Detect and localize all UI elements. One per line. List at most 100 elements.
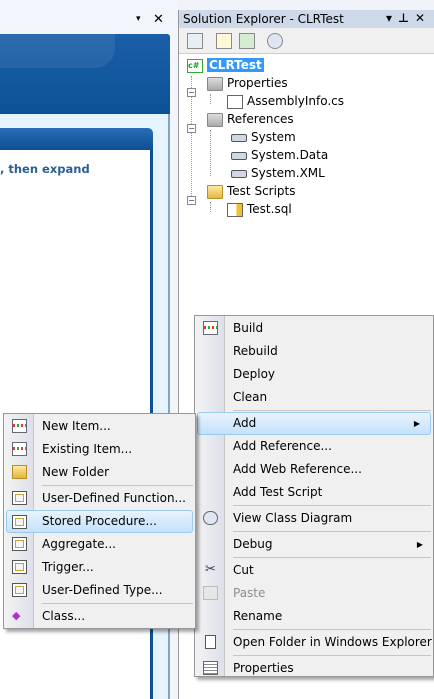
tree-item-label: References	[227, 112, 294, 126]
menu-label: Add Test Script	[233, 485, 323, 499]
menu-label: User-Defined Function...	[42, 491, 186, 505]
menu-item-new-item[interactable]: New Item...	[4, 415, 195, 438]
view-class-diagram-icon[interactable]	[267, 33, 283, 49]
menu-label: Build	[233, 321, 264, 335]
class-icon: ◆	[12, 609, 21, 622]
start-page-banner	[0, 34, 170, 114]
context-menu: Build Rebuild Deploy Clean Add ▶ Add Refe…	[194, 315, 434, 677]
menu-item-trigger[interactable]: Trigger...	[4, 556, 195, 579]
scissors-icon: ✂	[205, 562, 216, 577]
add-submenu: New Item... Existing Item... New Folder …	[3, 413, 196, 629]
menu-label: Rebuild	[233, 344, 278, 358]
refresh-icon[interactable]	[239, 33, 255, 49]
properties-icon	[203, 661, 218, 675]
menu-item-paste: Paste	[195, 582, 433, 605]
folder-icon	[207, 112, 223, 127]
collapse-icon[interactable]: −	[187, 196, 196, 205]
open-folder-icon	[207, 184, 223, 199]
tree-item-project[interactable]: c# CLRTest	[187, 56, 264, 74]
existing-item-icon	[12, 442, 27, 456]
close-icon[interactable]: ✕	[415, 11, 431, 25]
menu-item-add[interactable]: Add ▶	[197, 412, 431, 435]
open-folder-icon	[205, 635, 216, 649]
new-item-icon	[12, 419, 27, 433]
menu-item-add-web-reference[interactable]: Add Web Reference...	[195, 458, 433, 481]
new-folder-icon	[12, 465, 27, 479]
menu-item-clean[interactable]: Clean	[195, 386, 433, 409]
menu-item-user-defined-function[interactable]: User-Defined Function...	[4, 487, 195, 510]
menu-label: Rename	[233, 609, 283, 623]
tree-item-reference[interactable]: System	[231, 128, 296, 146]
collapse-icon[interactable]: −	[187, 88, 196, 97]
menu-label: Add Reference...	[233, 439, 332, 453]
menu-item-build[interactable]: Build	[195, 317, 433, 340]
menu-item-view-class-diagram[interactable]: View Class Diagram	[195, 507, 433, 530]
tree-item-assemblyinfo[interactable]: AssemblyInfo.cs	[227, 92, 344, 110]
menu-label: Aggregate...	[42, 537, 116, 551]
close-icon[interactable]: ✕	[153, 12, 164, 27]
tree-item-reference[interactable]: System.Data	[231, 146, 328, 164]
menu-item-add-test-script[interactable]: Add Test Script	[195, 481, 433, 504]
tree-item-label: AssemblyInfo.cs	[247, 94, 345, 108]
database-item-icon	[12, 537, 27, 551]
menu-item-deploy[interactable]: Deploy	[195, 363, 433, 386]
properties-icon[interactable]	[187, 33, 203, 49]
database-item-icon	[12, 491, 27, 505]
tree-item-label: Test Scripts	[227, 184, 296, 198]
menu-label: User-Defined Type...	[42, 583, 163, 597]
menu-item-existing-item[interactable]: Existing Item...	[4, 438, 195, 461]
menu-label: Open Folder in Windows Explorer	[233, 635, 432, 649]
menu-label: Existing Item...	[42, 442, 133, 456]
menu-item-add-reference[interactable]: Add Reference...	[195, 435, 433, 458]
menu-label: Debug	[233, 537, 273, 551]
submenu-arrow-icon: ▶	[413, 419, 420, 428]
panel-text: , then expand	[0, 162, 90, 176]
tree-item-references[interactable]: References	[207, 110, 294, 128]
menu-item-debug[interactable]: Debug ▶	[195, 533, 433, 556]
collapse-icon[interactable]: −	[187, 124, 196, 133]
menu-label: Clean	[233, 390, 268, 404]
build-icon	[203, 321, 218, 335]
menu-label: Class...	[42, 609, 86, 623]
menu-item-new-folder[interactable]: New Folder	[4, 461, 195, 484]
menu-label: Add Web Reference...	[233, 462, 362, 476]
reference-icon	[231, 133, 247, 142]
sql-file-icon	[227, 202, 243, 217]
tree-item-properties[interactable]: Properties	[207, 74, 288, 92]
menu-item-stored-procedure[interactable]: Stored Procedure...	[6, 510, 193, 533]
solution-explorer-title-bar: Solution Explorer - CLRTest ▾⊥✕	[179, 10, 434, 28]
window-dropdown-icon[interactable]: ▾	[136, 14, 141, 24]
pin-icon[interactable]: ⊥	[398, 11, 415, 25]
dropdown-icon[interactable]: ▾	[386, 11, 398, 25]
solution-explorer-toolbar	[179, 28, 434, 54]
reference-icon	[231, 151, 247, 160]
menu-label: Stored Procedure...	[42, 514, 157, 528]
tree-item-label: System	[251, 130, 296, 144]
tree-item-label: CLRTest	[207, 58, 264, 72]
tree-item-label: Properties	[227, 76, 288, 90]
menu-item-properties[interactable]: Properties	[195, 657, 433, 680]
reference-icon	[231, 169, 247, 178]
menu-label: Cut	[233, 563, 254, 577]
tree-item-test-sql[interactable]: Test.sql	[227, 200, 292, 218]
menu-item-cut[interactable]: ✂ Cut	[195, 559, 433, 582]
menu-label: Add	[233, 416, 257, 430]
menu-item-rebuild[interactable]: Rebuild	[195, 340, 433, 363]
menu-label: New Folder	[42, 465, 110, 479]
class-diagram-icon	[203, 511, 218, 525]
tree-item-reference[interactable]: System.XML	[231, 164, 325, 182]
menu-item-rename[interactable]: Rename	[195, 605, 433, 628]
tree-item-test-scripts[interactable]: Test Scripts	[207, 182, 296, 200]
folder-icon	[207, 76, 223, 91]
window-controls: ▾⊥✕	[386, 11, 431, 25]
menu-label: New Item...	[42, 419, 111, 433]
database-item-icon	[12, 515, 27, 529]
menu-item-aggregate[interactable]: Aggregate...	[4, 533, 195, 556]
panel-header	[0, 128, 153, 150]
show-all-files-icon[interactable]	[216, 33, 232, 49]
menu-item-class[interactable]: ◆ Class...	[4, 605, 195, 628]
menu-item-open-folder[interactable]: Open Folder in Windows Explorer	[195, 631, 433, 654]
menu-label: Trigger...	[42, 560, 94, 574]
tree-item-label: System.XML	[251, 166, 325, 180]
menu-item-user-defined-type[interactable]: User-Defined Type...	[4, 579, 195, 602]
